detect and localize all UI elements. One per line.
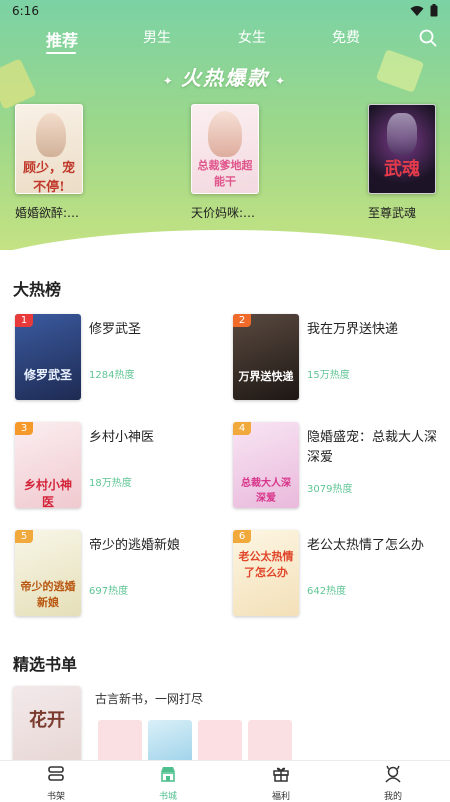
tab-male[interactable]: 男生 <box>143 27 171 47</box>
hot-list-item-1[interactable]: 修罗武圣 1 修罗武圣 1284热度 <box>15 314 230 406</box>
category-tabs: 推荐 男生 女生 免费 <box>0 22 450 56</box>
rank-badge: 2 <box>233 314 251 327</box>
book-title: 帝少的逃婚新娘 <box>89 538 181 553</box>
nav-label: 书架 <box>46 792 65 802</box>
hero-curve <box>0 230 450 250</box>
rank-badge: 1 <box>15 314 33 327</box>
heat-count: 642热度 <box>307 586 347 597</box>
nav-bookshelf[interactable]: 书架 <box>26 764 86 802</box>
cover-title: 修罗武圣 <box>23 368 72 382</box>
banner-book-name: 婚婚欲醉:… <box>15 206 80 220</box>
cover-title: 老公太热情了怎么办 <box>238 550 294 579</box>
active-tab-indicator <box>46 52 76 54</box>
tab-recommend[interactable]: 推荐 <box>46 27 78 51</box>
nav-profile[interactable]: 我的 <box>363 764 423 802</box>
hot-list-item-3[interactable]: 乡村小神医 3 乡村小神医 18万热度 <box>15 422 230 514</box>
booklist-mini-cover[interactable] <box>98 720 142 764</box>
cover-title: 总裁爹地超能干 <box>197 159 253 188</box>
tab-female[interactable]: 女生 <box>238 27 266 47</box>
booklist-mini-cover[interactable] <box>148 720 192 764</box>
booklist-description: 古言新书，一网打尽 <box>95 692 204 706</box>
status-bar: 6:16 <box>0 0 450 22</box>
cover-title: 顾少，宠不停! <box>22 161 75 194</box>
rank-badge: 4 <box>233 422 251 435</box>
heat-count: 3079热度 <box>307 484 353 495</box>
book-cover[interactable]: 总裁大人深深爱 4 <box>233 422 299 508</box>
cover-figure <box>36 113 66 157</box>
nav-label: 书城 <box>158 792 177 802</box>
nav-label: 福利 <box>271 792 290 802</box>
book-cover[interactable]: 总裁爹地超能干 <box>191 104 259 194</box>
heat-count: 1284热度 <box>89 370 135 381</box>
banner-book-name: 天价妈咪:… <box>191 206 256 220</box>
book-title: 乡村小神医 <box>89 430 155 445</box>
book-cover[interactable]: 帝少的逃婚新娘 5 <box>15 530 81 616</box>
rank-badge: 6 <box>233 530 251 543</box>
heat-count: 15万热度 <box>307 370 350 381</box>
rank-badge: 5 <box>15 530 33 543</box>
cover-title: 武魂 <box>384 159 420 180</box>
cover-title: 乡村小神医 <box>23 478 72 508</box>
status-icons <box>410 4 438 17</box>
book-cover[interactable]: 乡村小神医 3 <box>15 422 81 508</box>
bookstore-icon <box>161 767 175 782</box>
booklist-cover[interactable]: 花开 <box>13 686 81 762</box>
profile-icon <box>385 765 401 783</box>
book-cover[interactable]: 万界送快递 2 <box>233 314 299 400</box>
banner-title-text: 火热爆款 <box>181 66 269 90</box>
bookshelf-icon <box>48 766 64 781</box>
hot-list-title: 大热榜 <box>13 280 62 299</box>
hot-list-item-4[interactable]: 总裁大人深深爱 4 隐婚盛宠：总裁大人深深爱 3079热度 <box>233 422 448 514</box>
book-title: 隐婚盛宠：总裁大人深深爱 <box>307 430 438 465</box>
banner-book-2[interactable]: 总裁爹地超能干 天价妈咪:… <box>191 104 259 220</box>
banner-book-1[interactable]: 顾少，宠不停! 婚婚欲醉:… <box>15 104 83 220</box>
nav-welfare[interactable]: 福利 <box>251 764 311 802</box>
sparkle-icon: ✦ <box>162 74 181 88</box>
book-cover[interactable]: 顾少，宠不停! <box>15 104 83 194</box>
cover-title: 万界送快递 <box>238 370 294 383</box>
rank-badge: 3 <box>15 422 33 435</box>
battery-icon <box>430 4 438 17</box>
cover-figure <box>208 111 242 157</box>
tab-free[interactable]: 免费 <box>332 27 360 47</box>
cover-title: 总裁大人深深爱 <box>241 478 291 504</box>
heat-count: 18万热度 <box>89 478 132 489</box>
hot-list-item-6[interactable]: 老公太热情了怎么办 6 老公太热情了怎么办 642热度 <box>233 530 448 622</box>
booklist-title: 精选书单 <box>13 655 78 674</box>
cover-title: 花开 <box>29 710 65 731</box>
booklist-mini-cover[interactable] <box>198 720 242 764</box>
banner-title: ✦ 火热爆款 ✦ <box>0 62 450 91</box>
hot-list-item-2[interactable]: 万界送快递 2 我在万界送快递 15万热度 <box>233 314 448 406</box>
book-title: 我在万界送快递 <box>307 322 399 337</box>
nav-bookstore[interactable]: 书城 <box>138 764 198 802</box>
gift-icon <box>273 767 289 782</box>
book-title: 修罗武圣 <box>89 322 142 337</box>
book-cover[interactable]: 武魂 <box>368 104 436 194</box>
cover-figure <box>387 113 417 155</box>
status-time: 6:16 <box>12 4 39 18</box>
banner-book-name: 至尊武魂 <box>368 206 417 220</box>
hot-list-item-5[interactable]: 帝少的逃婚新娘 5 帝少的逃婚新娘 697热度 <box>15 530 230 622</box>
book-cover[interactable]: 修罗武圣 1 <box>15 314 81 400</box>
wifi-icon <box>410 5 424 16</box>
book-cover[interactable]: 老公太热情了怎么办 6 <box>233 530 299 616</box>
book-title: 老公太热情了怎么办 <box>307 538 425 553</box>
sparkle-icon: ✦ <box>269 74 288 88</box>
cover-title: 帝少的逃婚新娘 <box>20 580 76 609</box>
nav-label: 我的 <box>383 792 402 802</box>
bottom-navigation: 书架 书城 福利 我的 <box>0 760 450 802</box>
search-icon[interactable] <box>418 28 438 48</box>
heat-count: 697热度 <box>89 586 129 597</box>
booklist-mini-cover[interactable] <box>248 720 292 764</box>
banner-book-3[interactable]: 武魂 至尊武魂 <box>368 104 436 220</box>
